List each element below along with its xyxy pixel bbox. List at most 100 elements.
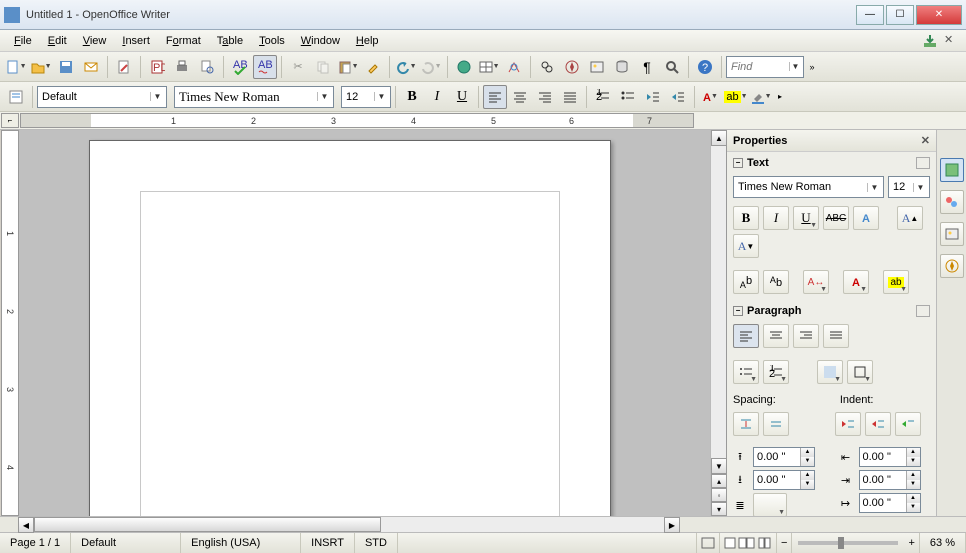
paste-button[interactable]: ▼ — [336, 55, 360, 79]
sb-increase-indent-button[interactable] — [865, 412, 891, 436]
underline-button[interactable]: U — [450, 85, 474, 109]
sb-para-bg-button[interactable]: ▼ — [817, 360, 843, 384]
font-name-combo[interactable]: Times New Roman ▼ — [174, 86, 334, 108]
sb-italic-button[interactable]: I — [763, 206, 789, 230]
sidebar-font-combo[interactable]: Times New Roman▼ — [733, 176, 884, 198]
find-input[interactable] — [731, 61, 785, 73]
paragraph-style-combo[interactable]: Default ▼ — [37, 86, 167, 108]
sb-numbering-button[interactable]: 12▼ — [763, 360, 789, 384]
indent-before-spin[interactable]: ▲▼ — [859, 447, 921, 467]
zoom-out-button[interactable]: − — [777, 533, 792, 553]
navigation-button[interactable]: ◦ — [711, 488, 727, 502]
sb-underline-button[interactable]: U▼ — [793, 206, 819, 230]
vertical-ruler[interactable]: 1 2 3 4 — [1, 130, 19, 516]
numbered-list-button[interactable]: 12 — [591, 85, 615, 109]
vertical-scrollbar[interactable]: ▲ ▼ ▴ ◦ ▾ — [710, 130, 726, 516]
menu-tools[interactable]: Tools — [251, 33, 293, 49]
sidebar-tab-gallery[interactable] — [940, 222, 964, 246]
horizontal-scrollbar[interactable]: ◀ ▶ — [18, 517, 680, 532]
styles-button[interactable] — [4, 85, 28, 109]
sidebar-size-combo[interactable]: 12▼ — [888, 176, 930, 198]
scroll-left-button[interactable]: ◀ — [18, 517, 34, 533]
menu-insert[interactable]: Insert — [114, 33, 158, 49]
zoom-in-button[interactable]: + — [904, 533, 919, 553]
align-left-button[interactable] — [483, 85, 507, 109]
menu-window[interactable]: Window — [293, 33, 348, 49]
status-zoom[interactable]: 63 % — [920, 533, 966, 553]
status-view-layout[interactable] — [720, 533, 777, 553]
sb-align-center-button[interactable] — [763, 324, 789, 348]
menu-edit[interactable]: Edit — [40, 33, 75, 49]
sidebar-tab-styles[interactable] — [940, 190, 964, 214]
status-style[interactable]: Default — [71, 533, 181, 553]
text-group-more-button[interactable] — [916, 157, 930, 169]
align-justify-button[interactable] — [558, 85, 582, 109]
sb-bullets-button[interactable]: ▼ — [733, 360, 759, 384]
sb-para-border-button[interactable]: ▼ — [847, 360, 873, 384]
status-language[interactable]: English (USA) — [181, 533, 301, 553]
menu-file[interactable]: File — [6, 33, 40, 49]
find-replace-button[interactable] — [535, 55, 559, 79]
close-button[interactable]: ✕ — [916, 5, 962, 25]
paragraph-group-more-button[interactable] — [916, 305, 930, 317]
zoom-button[interactable] — [660, 55, 684, 79]
collapse-icon[interactable]: − — [733, 306, 743, 316]
help-button[interactable]: ? — [693, 55, 717, 79]
sb-decrease-spacing-button[interactable] — [763, 412, 789, 436]
prev-page-button[interactable]: ▴ — [711, 474, 727, 488]
sb-font-color-button[interactable]: A▼ — [843, 270, 869, 294]
indent-before-input[interactable] — [860, 451, 906, 463]
email-button[interactable] — [79, 55, 103, 79]
scroll-down-button[interactable]: ▼ — [711, 458, 727, 474]
cut-button[interactable]: ✂ — [286, 55, 310, 79]
spacing-below-input[interactable] — [754, 474, 800, 486]
align-center-button[interactable] — [508, 85, 532, 109]
spellcheck-button[interactable]: ABC — [228, 55, 252, 79]
toolbar-overflow-button[interactable]: » — [805, 55, 819, 79]
sb-align-right-button[interactable] — [793, 324, 819, 348]
sb-shrink-font-button[interactable]: A▼ — [733, 234, 759, 258]
status-outline-icon[interactable] — [697, 533, 720, 553]
undo-button[interactable]: ▼ — [394, 55, 418, 79]
sb-align-left-button[interactable] — [733, 324, 759, 348]
status-page[interactable]: Page 1 / 1 — [0, 533, 71, 553]
page[interactable] — [89, 140, 611, 516]
format-paintbrush-button[interactable] — [361, 55, 385, 79]
data-sources-button[interactable] — [610, 55, 634, 79]
highlight-color-button[interactable]: ab▼ — [724, 85, 748, 109]
find-combo[interactable]: ▼ — [726, 56, 804, 78]
sb-subscript-button[interactable]: Ab — [763, 270, 789, 294]
status-selection-mode[interactable]: STD — [355, 533, 398, 553]
sidebar-tab-properties[interactable] — [940, 158, 964, 182]
bold-button[interactable]: B — [400, 85, 424, 109]
menu-view[interactable]: View — [75, 33, 115, 49]
sb-bold-button[interactable]: B — [733, 206, 759, 230]
sb-increase-spacing-button[interactable] — [733, 412, 759, 436]
navigator-button[interactable] — [560, 55, 584, 79]
new-button[interactable]: ▼ — [4, 55, 28, 79]
sb-char-spacing-button[interactable]: A↔▼ — [803, 270, 829, 294]
sb-superscript-button[interactable]: Ab — [733, 270, 759, 294]
document-area[interactable] — [19, 130, 710, 516]
status-insert-mode[interactable]: INSRT — [301, 533, 355, 553]
sb-hanging-indent-button[interactable] — [895, 412, 921, 436]
sb-shadow-button[interactable]: A — [853, 206, 879, 230]
save-button[interactable] — [54, 55, 78, 79]
auto-spellcheck-button[interactable]: ABC — [253, 55, 277, 79]
horizontal-ruler[interactable]: 1 2 3 4 5 6 7 — [20, 113, 694, 128]
table-button[interactable]: ▼ — [477, 55, 501, 79]
edit-file-button[interactable] — [112, 55, 136, 79]
font-color-button[interactable]: A▼ — [699, 85, 723, 109]
indent-first-spin[interactable]: ▲▼ — [859, 493, 921, 513]
sidebar-tab-navigator[interactable] — [940, 254, 964, 278]
nonprinting-chars-button[interactable]: ¶ — [635, 55, 659, 79]
sb-decrease-indent-button[interactable] — [835, 412, 861, 436]
show-draw-functions-button[interactable] — [502, 55, 526, 79]
increase-indent-button[interactable] — [666, 85, 690, 109]
export-pdf-button[interactable]: PDF — [145, 55, 169, 79]
zoom-slider[interactable] — [798, 541, 898, 545]
gallery-button[interactable] — [585, 55, 609, 79]
close-document-icon[interactable]: ✕ — [944, 33, 960, 49]
align-right-button[interactable] — [533, 85, 557, 109]
print-preview-button[interactable] — [195, 55, 219, 79]
